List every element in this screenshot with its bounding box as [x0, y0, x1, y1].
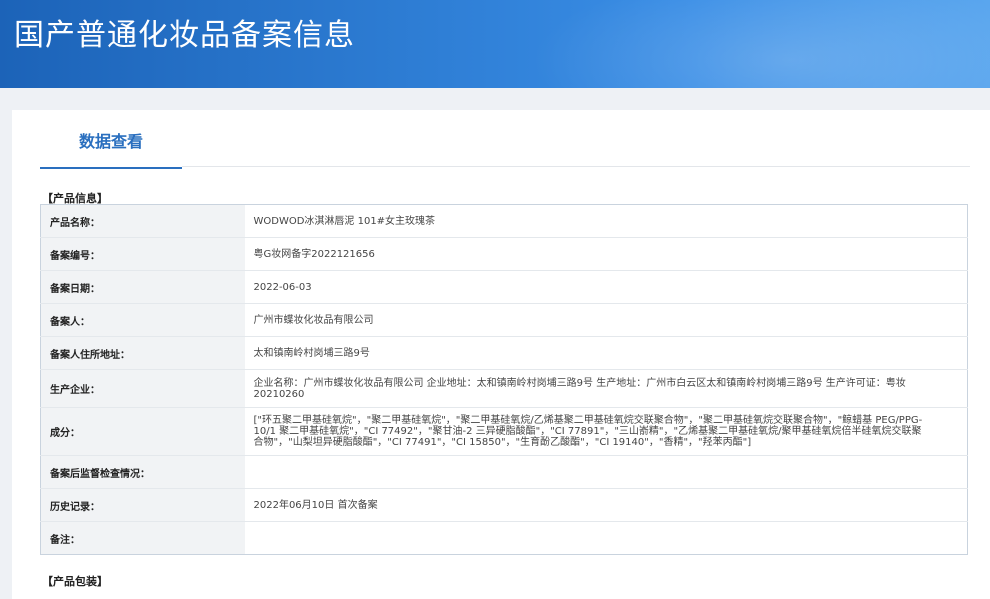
row-label: 备案编号： — [40, 237, 245, 271]
table-row: 备案后监督检查情况： — [40, 455, 968, 489]
row-value: WODWOD冰淇淋唇泥 101#女主玫瑰茶 — [253, 215, 436, 227]
row-value — [244, 455, 968, 489]
row-value: 广州市蝶妆化妆品有限公司 — [244, 303, 968, 337]
table-row: 备注： — [40, 521, 968, 555]
table-row: 备案编号： 粤G妆网备字2022121656 — [40, 237, 968, 271]
row-value: ["环五聚二甲基硅氧烷"，"聚二甲基硅氧烷"，"聚二甲基硅氧烷/乙烯基聚二甲基硅… — [244, 407, 968, 456]
row-label: 备案日期： — [40, 270, 245, 304]
table-row: 备案日期： 2022-06-03 — [40, 270, 968, 304]
row-label: 备注： — [40, 521, 245, 555]
row-value: 太和镇南岭村岗埔三路9号 — [244, 336, 968, 370]
table-row: 生产企业： 企业名称：广州市蝶妆化妆品有限公司 企业地址：太和镇南岭村岗埔三路9… — [40, 369, 968, 408]
row-label: 备案后监督检查情况： — [40, 455, 245, 489]
row-value: 企业名称：广州市蝶妆化妆品有限公司 企业地址：太和镇南岭村岗埔三路9号 生产地址… — [244, 369, 968, 408]
table-row: 历史记录： 2022年06月10日 首次备案 — [40, 488, 968, 522]
row-value: 2022-06-03 — [244, 270, 968, 304]
row-label: 生产企业： — [40, 369, 245, 408]
row-value: 2022年06月10日 首次备案 — [244, 488, 968, 522]
content-panel: 数据查看 【产品信息】 产品名称： WODWOD冰淇淋唇泥 101#女主玫瑰茶 … — [12, 110, 990, 599]
row-label: 产品名称： — [40, 204, 245, 238]
table-row: 成分： ["环五聚二甲基硅氧烷"，"聚二甲基硅氧烷"，"聚二甲基硅氧烷/乙烯基聚… — [40, 407, 968, 456]
tab-divider — [182, 166, 970, 167]
row-label: 历史记录： — [40, 488, 245, 522]
row-label: 备案人： — [40, 303, 245, 337]
page-title: 国产普通化妆品备案信息 — [14, 18, 355, 53]
section-title-product-package: 【产品包装】 — [42, 575, 108, 588]
page-header: 国产普通化妆品备案信息 — [0, 0, 990, 88]
product-info-table: 产品名称： WODWOD冰淇淋唇泥 101#女主玫瑰茶 备案编号： 粤G妆网备字… — [40, 204, 968, 555]
table-row: 备案人住所地址： 太和镇南岭村岗埔三路9号 — [40, 336, 968, 370]
row-value: 粤G妆网备字2022121656 — [244, 237, 968, 271]
table-row: 备案人： 广州市蝶妆化妆品有限公司 — [40, 303, 968, 337]
tab-data-view[interactable]: 数据查看 — [40, 110, 182, 169]
row-label: 备案人住所地址： — [40, 336, 245, 370]
table-row: 产品名称： WODWOD冰淇淋唇泥 101#女主玫瑰茶 — [40, 204, 968, 238]
row-value — [244, 521, 968, 555]
row-label: 成分： — [40, 407, 245, 456]
